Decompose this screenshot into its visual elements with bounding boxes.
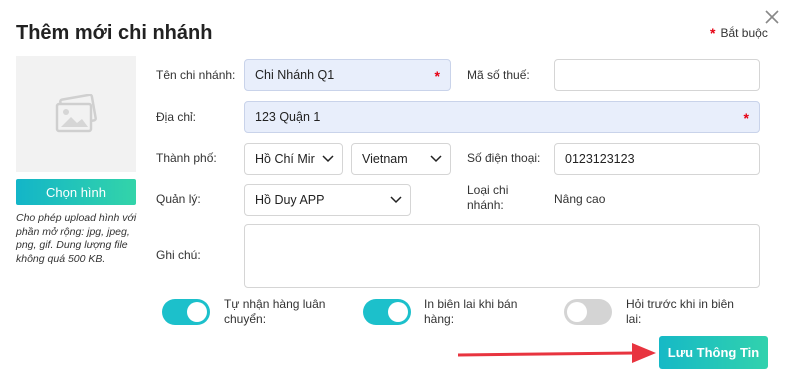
address-input[interactable]: 123 Quận 1 * xyxy=(244,101,760,133)
chevron-down-icon xyxy=(390,196,402,204)
tax-code-input[interactable] xyxy=(554,59,760,91)
ask-before-print-toggle[interactable] xyxy=(564,299,612,325)
branch-name-label: Tên chi nhánh: xyxy=(156,68,236,82)
city-label: Thành phố: xyxy=(156,151,217,165)
branch-name-value: Chi Nhánh Q1 xyxy=(255,68,335,82)
required-marker: * xyxy=(743,110,749,126)
manager-select[interactable]: Hồ Duy APP xyxy=(244,184,411,216)
address-label: Địa chỉ: xyxy=(156,110,197,124)
note-textarea[interactable] xyxy=(244,224,760,288)
ask-before-print-label: Hỏi trước khi in biên lai: xyxy=(626,297,734,326)
phone-label: Số điện thoại: xyxy=(467,151,541,165)
required-marker: * xyxy=(710,25,716,41)
city-select[interactable]: Hồ Chí Mir xyxy=(244,143,343,175)
upload-note: Cho phép upload hình với phần mở rộng: j… xyxy=(16,212,137,265)
print-receipt-on-sale-label: In biên lai khi bán hàng: xyxy=(424,297,518,326)
chevron-down-icon xyxy=(430,155,442,163)
add-branch-dialog: Thêm mới chi nhánh * Bắt buộc Chọn hình … xyxy=(0,0,788,390)
close-icon[interactable] xyxy=(763,8,781,26)
note-label: Ghi chú: xyxy=(156,248,201,262)
tax-code-label: Mã số thuế: xyxy=(467,68,530,82)
toggle-knob xyxy=(388,302,408,322)
address-value: 123 Quận 1 xyxy=(255,110,321,124)
phone-input[interactable]: 0123123123 xyxy=(554,143,760,175)
image-placeholder-icon xyxy=(55,94,97,133)
auto-receive-transfer-toggle[interactable] xyxy=(162,299,210,325)
country-select[interactable]: Vietnam xyxy=(351,143,451,175)
manager-value: Hồ Duy APP xyxy=(255,193,325,207)
toggle-knob xyxy=(567,302,587,322)
branch-type-value: Nâng cao xyxy=(554,192,606,206)
branch-image-placeholder xyxy=(16,56,136,172)
required-marker: * xyxy=(434,68,440,84)
required-legend-text: Bắt buộc xyxy=(720,26,768,40)
branch-name-input[interactable]: Chi Nhánh Q1 * xyxy=(244,59,451,91)
branch-type-label: Loại chi nhánh: xyxy=(467,183,509,212)
chevron-down-icon xyxy=(322,155,334,163)
country-value: Vietnam xyxy=(362,152,408,166)
toggle-knob xyxy=(187,302,207,322)
city-value: Hồ Chí Mir xyxy=(255,152,315,166)
choose-image-button[interactable]: Chọn hình xyxy=(16,179,136,205)
required-legend: * Bắt buộc xyxy=(710,26,768,40)
save-button[interactable]: Lưu Thông Tin xyxy=(659,336,768,369)
dialog-title: Thêm mới chi nhánh xyxy=(16,22,213,44)
print-receipt-on-sale-toggle[interactable] xyxy=(363,299,411,325)
manager-label: Quản lý: xyxy=(156,192,201,206)
phone-value: 0123123123 xyxy=(565,152,635,166)
annotation-arrow-icon xyxy=(457,343,656,363)
auto-receive-transfer-label: Tự nhận hàng luân chuyển: xyxy=(224,297,326,326)
